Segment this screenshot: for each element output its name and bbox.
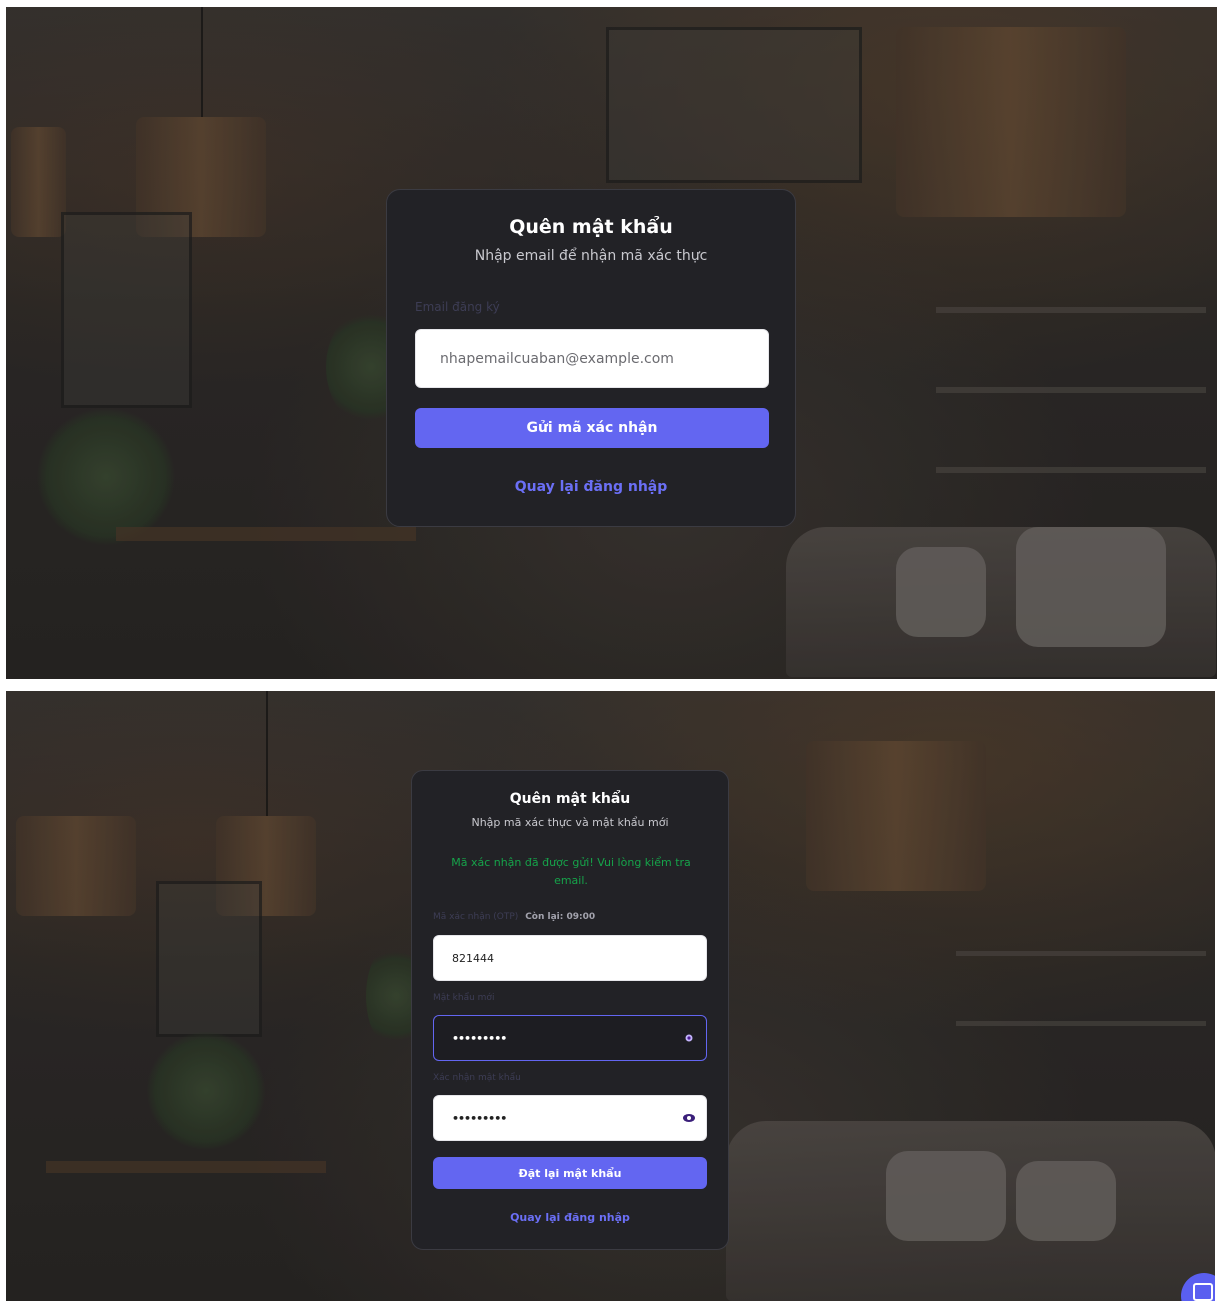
- eye-icon[interactable]: [682, 1031, 696, 1045]
- send-code-button[interactable]: Gửi mã xác nhận: [415, 408, 769, 448]
- page-subtitle: Nhập mã xác thực và mật khẩu mới: [471, 816, 669, 829]
- new-password-input[interactable]: •••••••••: [433, 1015, 707, 1061]
- forgot-password-reset-screen: Quên mật khẩu Nhập mã xác thực và mật kh…: [6, 691, 1215, 1301]
- otp-label: Mã xác nhận (OTP): [433, 912, 519, 922]
- otp-label-row: Mã xác nhận (OTP) Còn lại: 09:00: [433, 912, 595, 922]
- page-title: Quên mật khẩu: [509, 791, 631, 807]
- reset-password-button[interactable]: Đặt lại mật khẩu: [433, 1157, 707, 1189]
- page-subtitle: Nhập email để nhận mã xác thực: [474, 248, 708, 264]
- confirm-password-input[interactable]: •••••••••: [433, 1095, 707, 1141]
- forgot-password-email-screen: Quên mật khẩu Nhập email để nhận mã xác …: [6, 7, 1217, 679]
- otp-value: 821444: [452, 951, 494, 965]
- forgot-password-card: Quên mật khẩu Nhập email để nhận mã xác …: [386, 189, 796, 527]
- email-input[interactable]: nhapemailcuaban@example.com: [415, 329, 769, 388]
- page-title: Quên mật khẩu: [509, 216, 673, 238]
- success-message: Mã xác nhận đã được gửi! Vui lòng kiểm t…: [451, 856, 691, 887]
- back-to-login-link[interactable]: Quay lại đăng nhập: [387, 479, 795, 495]
- email-label: Email đăng ký: [415, 300, 500, 314]
- confirm-password-label: Xác nhận mật khẩu: [433, 1073, 521, 1083]
- reset-password-card: Quên mật khẩu Nhập mã xác thực và mật kh…: [411, 770, 729, 1250]
- new-password-value: •••••••••: [452, 1031, 507, 1045]
- otp-input[interactable]: 821444: [433, 935, 707, 981]
- eye-icon[interactable]: [682, 1111, 696, 1125]
- confirm-password-value: •••••••••: [452, 1111, 507, 1125]
- email-placeholder: nhapemailcuaban@example.com: [440, 350, 674, 367]
- otp-timer: Còn lại: 09:00: [525, 912, 596, 922]
- new-password-label: Mật khẩu mới: [433, 993, 495, 1003]
- back-to-login-link[interactable]: Quay lại đăng nhập: [412, 1211, 728, 1224]
